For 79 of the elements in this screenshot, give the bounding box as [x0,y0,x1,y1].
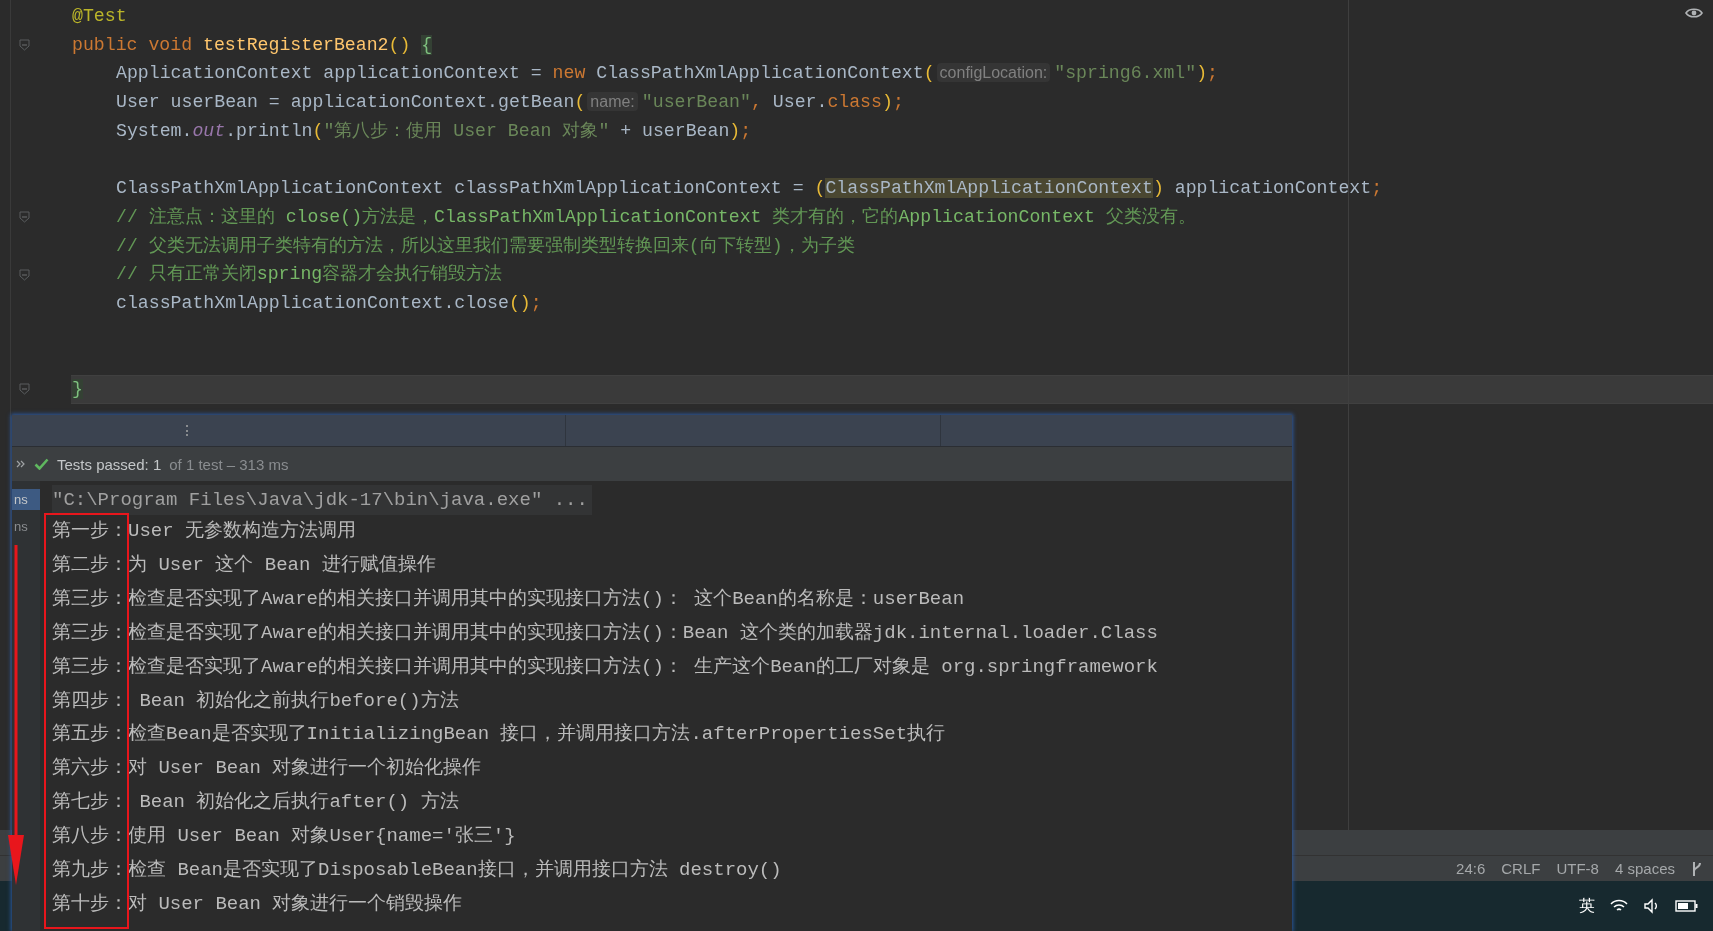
branch-icon[interactable] [1691,860,1703,877]
comment-text: 类才有的，它的 [771,206,899,227]
drag-handle[interactable] [186,425,190,436]
keyword: ; [1207,63,1218,84]
keyword: class [827,92,882,113]
code-text: classPathXmlApplicationContext.close [116,292,509,313]
method-name: testRegisterBean2 [203,34,389,55]
bracket: ( [574,92,586,113]
tests-passed-label: Tests passed: 1 [57,455,162,473]
comment-text: 父类没有。 [1104,206,1196,227]
code-text: ClassPathXmlApplicationContext classPathXmlApplicationContext = [116,178,805,199]
code-text: System. [116,120,193,141]
bracket: ( [312,120,324,141]
comment-text: // 父类无法调用子类特有的方法，所以这里我们需要强制类型转换回来(向下转型)，为子类 [116,235,855,256]
status-item[interactable]: 4 spaces [1614,860,1675,877]
bracket: ) [881,92,893,113]
bracket: ( [923,63,935,84]
input-method-indicator[interactable]: 英 [1579,895,1595,917]
bracket: ( [814,178,826,199]
console-line: 第二步：为 User 这个 Bean 进行赋值操作 [52,552,437,578]
string-literal: "第八步：使用 User Bean 对象" [323,120,610,141]
console-line: 第十步：对 User Bean 对象进行一个销毁操作 [52,891,464,917]
test-duration: of 1 test – 313 ms [169,455,289,473]
console-line: 第三步：检查是否实现了Aware的相关接口并调用其中的实现接口方法()： 这个Bean的名称是：userBean [52,586,966,612]
side-tab[interactable]: ns [12,489,40,510]
bracket: ) [1196,63,1208,84]
bracket: () [388,34,412,55]
field-name: out [192,120,226,141]
string-literal: "userBean" [641,92,751,113]
keyword: ; [530,292,542,313]
console-line: 第九步：检查 Bean是否实现了DisposableBean接口，并调用接口方法 destroy() [52,858,783,884]
status-item[interactable]: CRLF [1501,860,1541,877]
console-line: 第五步：检查Bean是否实现了InitializingBean 接口，并调用接口方法.afterPropertiesSet执行 [52,722,947,748]
console-line: 第七步： Bean 初始化之后执行after() 方法 [52,790,460,816]
string-literal: "spring6.xml" [1054,63,1197,84]
bracket: ) [729,120,741,141]
console-line: 第三步：检查是否实现了Aware的相关接口并调用其中的实现接口方法()：Bean 这个类的加载器jdk.internal.loader.Class [52,620,1159,646]
highlighted-code: ClassPathXmlApplicationContext [825,178,1153,199]
bracket: ) [1152,178,1164,199]
parameter-hint: name: [587,92,638,112]
keyword: , [750,92,763,113]
side-tab[interactable]: ns [12,516,40,537]
eye-icon[interactable] [1685,7,1703,19]
bracket: () [508,292,531,313]
keyword: new [552,63,587,84]
code-text: ApplicationContext applicationContext = [116,63,543,84]
code-text: applicationContext [1173,178,1372,199]
brace: } [72,378,83,399]
console-line: 第六步：对 User Bean 对象进行一个初始化操作 [52,756,483,782]
code-text: ClassPathXmlApplicationContext [596,63,924,84]
status-item[interactable]: UTF-8 [1556,860,1599,877]
keyword: ; [1371,178,1383,199]
brace: { [421,34,433,55]
status-item[interactable]: 24:6 [1456,860,1486,877]
comment-code: ClassPathXmlApplicationContext [434,206,762,227]
keyword: public void [72,34,194,55]
comment-text: 容器才会执行销毁方法 [322,264,503,285]
console-line: 第四步： Bean 初始化之前执行before()方法 [52,688,460,714]
comment-text: 方法是， [362,206,435,227]
parameter-hint: configLocation: [936,63,1051,83]
comment-text: // 注意点：这里的 [116,206,276,227]
console-line: 第三步：检查是否实现了Aware的相关接口并调用其中的实现接口方法()： 生产这个Bean的工厂对象是 org.springframework [52,654,1159,680]
keyword: ; [740,120,752,141]
chevron-icon[interactable] [16,460,26,468]
code-text: + userBean [619,120,730,141]
comment-code: close() [285,206,363,227]
console-line: 第一步：User 无参数构造方法调用 [52,519,357,544]
check-icon [34,458,49,470]
comment-text: // 只有正常关闭 [116,264,257,285]
code-text: .println [225,120,313,141]
comment-code: ApplicationContext [898,206,1095,227]
console-line: 第八步：使用 User Bean 对象User{name='张三'} [52,824,517,850]
comment-code: spring [256,264,323,285]
keyword: ; [892,92,904,113]
battery-icon[interactable] [1675,899,1699,913]
wifi-icon[interactable] [1609,898,1629,914]
annotation: @Test [72,6,127,26]
code-text: User. [772,92,828,113]
code-text: User userBean = applicationContext.getBean [116,92,575,113]
